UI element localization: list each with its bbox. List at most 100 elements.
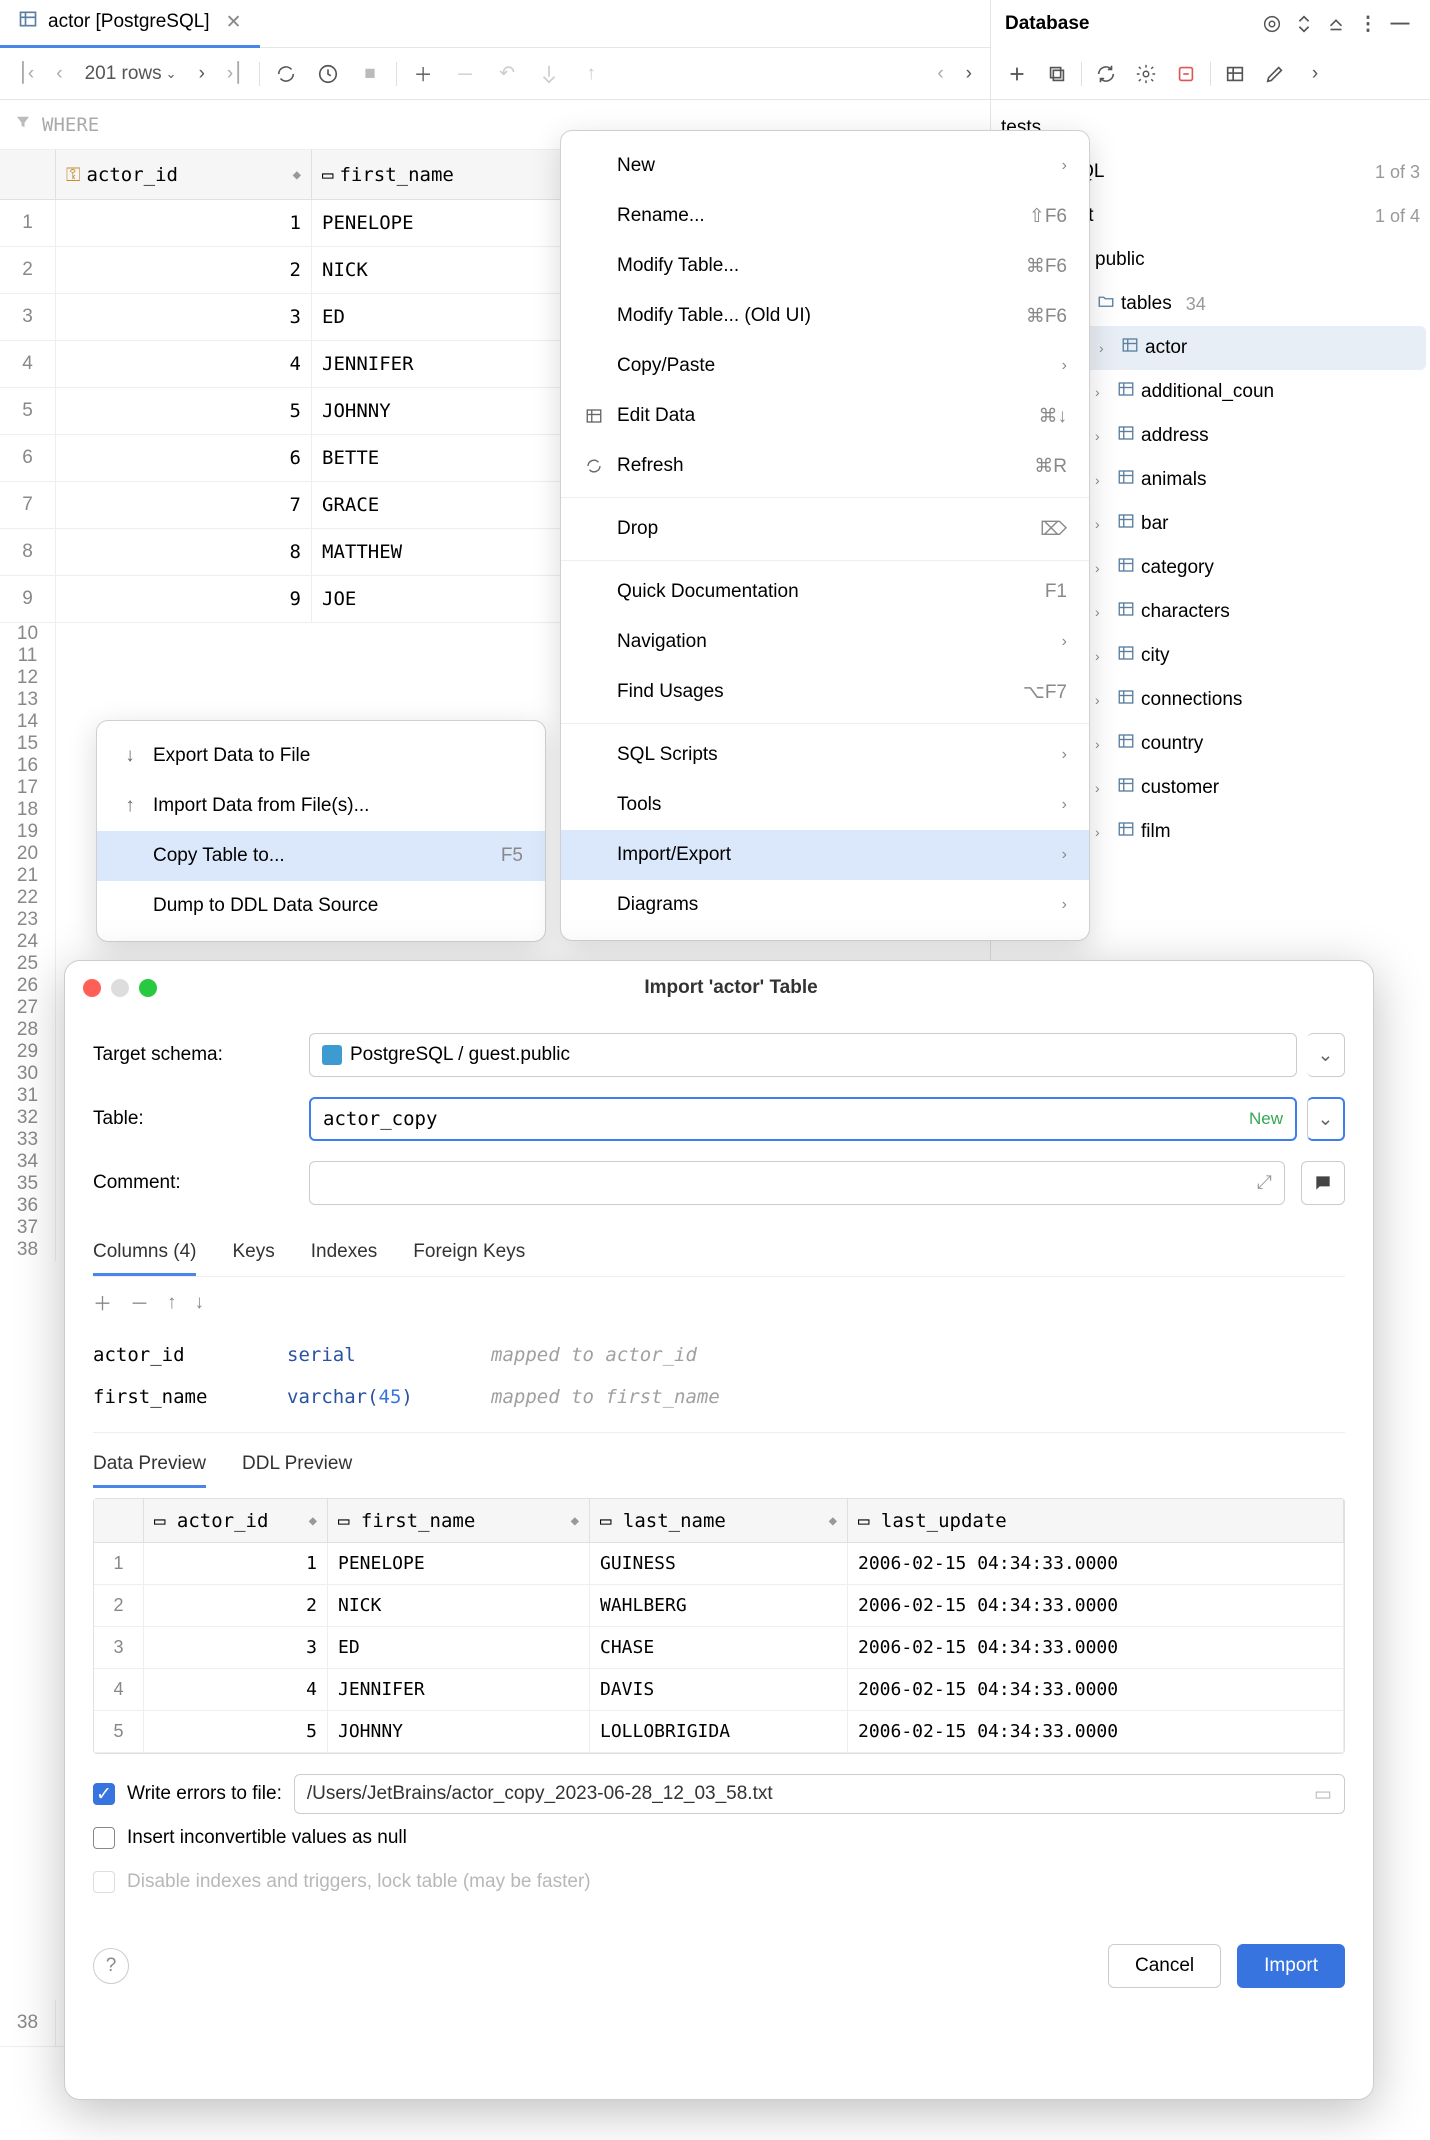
folder-icon[interactable]: ▭ (1314, 1783, 1332, 1806)
import-table-dialog: Import 'actor' Table Target schema: Post… (64, 960, 1374, 2100)
import-button[interactable]: Import (1237, 1944, 1345, 1988)
menu-item[interactable]: ↑Import Data from File(s)... (97, 781, 545, 831)
move-up-icon: ↑ (167, 1292, 177, 1314)
expand-collapse-icon[interactable] (1288, 8, 1320, 40)
chevron-right-icon: › (1095, 824, 1111, 840)
chevron-right-icon: › (1095, 780, 1111, 796)
menu-item[interactable]: Navigation› (561, 617, 1089, 667)
add-icon[interactable] (1001, 58, 1033, 90)
dialog-tab[interactable]: Foreign Keys (413, 1231, 525, 1276)
chevron-right-icon: › (1095, 428, 1111, 444)
col-last-name[interactable]: ▭ last_name◆ (590, 1499, 848, 1542)
scroll-left-icon[interactable]: ‹ (931, 63, 949, 85)
dialog-tab[interactable]: Columns (4) (93, 1231, 196, 1276)
remove-row-icon: － (449, 58, 481, 90)
settings-icon[interactable] (1130, 58, 1162, 90)
edit-icon[interactable] (1259, 58, 1291, 90)
write-errors-label: Write errors to file: (127, 1783, 282, 1805)
scroll-right-icon[interactable]: › (960, 63, 978, 85)
menu-item[interactable]: Drop⌦ (561, 504, 1089, 554)
grid-icon (583, 407, 605, 425)
write-errors-checkbox[interactable]: ✓ (93, 1783, 115, 1805)
chevron-down-icon[interactable]: ⌄ (1307, 1097, 1345, 1141)
table-row[interactable]: 3 3 ED CHASE 2006-02-15 04:34:33.0000 (94, 1627, 1344, 1669)
menu-item[interactable]: Tools› (561, 780, 1089, 830)
add-column-icon[interactable]: ＋ (93, 1289, 112, 1316)
last-page-icon[interactable]: ›⎮ (221, 62, 249, 85)
cancel-button[interactable]: Cancel (1108, 1944, 1221, 1988)
target-schema-select[interactable]: PostgreSQL / guest.public (309, 1033, 1297, 1077)
table-label: Table: (93, 1108, 293, 1130)
tab-actor[interactable]: actor [PostgreSQL] ✕ (0, 0, 260, 48)
dialog-tab[interactable]: Keys (232, 1231, 274, 1276)
chevron-right-icon[interactable]: › (1299, 58, 1331, 90)
comment-button[interactable] (1301, 1161, 1345, 1205)
next-page-icon[interactable]: › (193, 63, 211, 85)
menu-item[interactable]: Refresh⌘R (561, 441, 1089, 491)
reload-icon[interactable] (270, 58, 302, 90)
target-icon[interactable] (1256, 8, 1288, 40)
column-definition[interactable]: first_name varchar(45) mapped to first_n… (93, 1376, 1345, 1418)
table-row[interactable]: 1 1 PENELOPE GUINESS 2006-02-15 04:34:33… (94, 1543, 1344, 1585)
close-icon[interactable]: ✕ (226, 11, 242, 34)
chevron-right-icon: › (1095, 736, 1111, 752)
row-count[interactable]: 201 rows ⌄ (79, 63, 183, 85)
column-definition[interactable]: actor_id serial mapped to actor_id (93, 1334, 1345, 1376)
preview-tab[interactable]: DDL Preview (242, 1443, 352, 1488)
column-actor-id[interactable]: ⚿actor_id◆ (56, 150, 312, 199)
menu-item[interactable]: Diagrams› (561, 880, 1089, 930)
menu-item[interactable]: Quick DocumentationF1 (561, 567, 1089, 617)
help-icon[interactable]: ? (93, 1948, 129, 1984)
menu-item[interactable]: Copy/Paste› (561, 341, 1089, 391)
menu-item[interactable]: ↓Export Data to File (97, 731, 545, 781)
refresh-icon[interactable] (1090, 58, 1122, 90)
copy-icon[interactable] (1041, 58, 1073, 90)
menu-item[interactable]: Copy Table to...F5 (97, 831, 545, 881)
prev-page-icon[interactable]: ‹ (50, 63, 68, 85)
col-actor-id[interactable]: ▭ actor_id◆ (144, 1499, 328, 1542)
table-icon (1117, 512, 1135, 536)
table-row[interactable]: 4 4 JENNIFER DAVIS 2006-02-15 04:34:33.0… (94, 1669, 1344, 1711)
chevron-right-icon: › (1095, 648, 1111, 664)
clock-icon[interactable] (312, 58, 344, 90)
dialog-tab[interactable]: Indexes (311, 1231, 378, 1276)
close-window-icon[interactable] (83, 979, 101, 997)
menu-item[interactable]: SQL Scripts› (561, 730, 1089, 780)
menu-item[interactable]: Modify Table...⌘F6 (561, 241, 1089, 291)
preview-tab[interactable]: Data Preview (93, 1443, 206, 1488)
key-icon: ⚿ (66, 164, 80, 186)
errors-file-input[interactable]: /Users/JetBrains/actor_copy_2023-06-28_1… (294, 1774, 1345, 1814)
comment-input[interactable]: ⤢ (309, 1161, 1285, 1205)
first-page-icon[interactable]: ⎮‹ (12, 62, 40, 85)
move-down-icon: ↓ (195, 1292, 205, 1314)
table-row[interactable]: 2 2 NICK WAHLBERG 2006-02-15 04:34:33.00… (94, 1585, 1344, 1627)
dialog-title: Import 'actor' Table (107, 977, 1355, 999)
preview-tabs: Data Preview DDL Preview (93, 1433, 1345, 1498)
table-row[interactable]: 5 5 JOHNNY LOLLOBRIGIDA 2006-02-15 04:34… (94, 1711, 1344, 1753)
expand-icon[interactable]: ⤢ (1257, 1172, 1272, 1194)
table-icon (1117, 688, 1135, 712)
column-icon: ▭ (322, 164, 333, 186)
insert-null-checkbox[interactable] (93, 1827, 115, 1849)
table-name-input[interactable]: actor_copy New (309, 1097, 1297, 1141)
grid-icon[interactable] (1219, 58, 1251, 90)
add-row-icon[interactable]: ＋ (407, 58, 439, 90)
menu-item[interactable]: Import/Export› (561, 830, 1089, 880)
menu-item[interactable]: Modify Table... (Old UI)⌘F6 (561, 291, 1089, 341)
insert-null-label: Insert inconvertible values as null (127, 1827, 407, 1849)
table-icon (1117, 556, 1135, 580)
chevron-down-icon[interactable]: ⌄ (1307, 1033, 1345, 1077)
menu-item[interactable]: Find Usages⌥F7 (561, 667, 1089, 717)
sort-icon: ◆ (293, 167, 301, 183)
chevron-right-icon: › (1095, 516, 1111, 532)
menu-item[interactable]: Edit Data⌘↓ (561, 391, 1089, 441)
col-first-name[interactable]: ▭ first_name◆ (328, 1499, 590, 1542)
more-icon[interactable]: ⋮ (1352, 8, 1384, 40)
col-last-update[interactable]: ▭ last_update (848, 1499, 1344, 1542)
stop-icon[interactable] (1170, 58, 1202, 90)
minimize-icon[interactable]: — (1384, 8, 1416, 40)
menu-item[interactable]: New› (561, 141, 1089, 191)
hide-icon[interactable] (1320, 8, 1352, 40)
menu-item[interactable]: Dump to DDL Data Source (97, 881, 545, 931)
menu-item[interactable]: Rename...⇧F6 (561, 191, 1089, 241)
